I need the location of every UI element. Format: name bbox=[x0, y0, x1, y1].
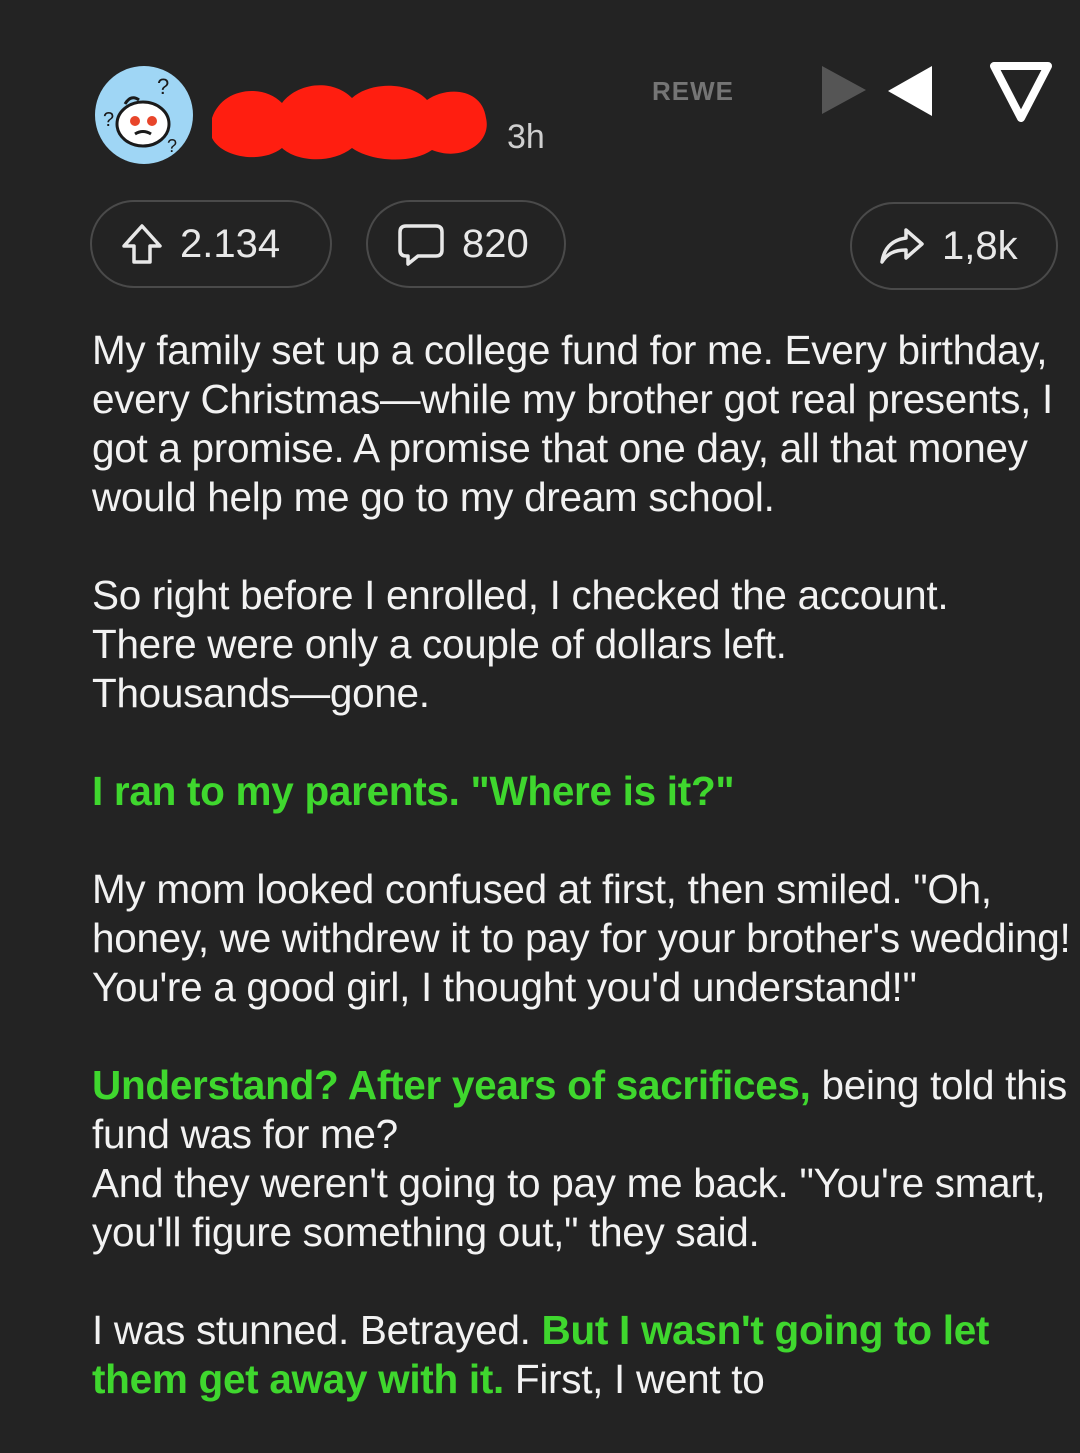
paragraph-5: Understand? After years of sacrifices, b… bbox=[92, 1061, 1077, 1257]
paragraph-1: My family set up a college fund for me. … bbox=[92, 327, 1053, 520]
share-icon bbox=[880, 228, 924, 264]
post-timestamp: 3h bbox=[507, 118, 545, 156]
snoo-avatar-icon: ? ? ? bbox=[103, 74, 177, 156]
comments-button[interactable]: 820 bbox=[366, 200, 566, 288]
paragraph-3-highlight: I ran to my parents. "Where is it?" bbox=[92, 768, 735, 814]
svg-text:?: ? bbox=[103, 109, 114, 131]
svg-text:?: ? bbox=[157, 74, 169, 99]
svg-text:?: ? bbox=[167, 136, 177, 156]
paragraph-5-line-2: And they weren't going to pay me back. "… bbox=[92, 1160, 1046, 1255]
post-header: ? ? ? 3h REWE bbox=[0, 0, 1080, 190]
paragraph-2: So right before I enrolled, I checked th… bbox=[92, 571, 1077, 718]
comment-count: 820 bbox=[462, 221, 529, 266]
play-icon[interactable] bbox=[818, 64, 870, 116]
username-redaction bbox=[212, 85, 487, 160]
avatar[interactable]: ? ? ? bbox=[95, 66, 193, 164]
paragraph-2-line-3: Thousands—gone. bbox=[92, 670, 430, 716]
upvote-count: 2.134 bbox=[180, 221, 281, 266]
back-triangle-icon[interactable] bbox=[884, 64, 936, 118]
paragraph-6-rest: First, I went to bbox=[503, 1356, 765, 1402]
upvote-button[interactable]: 2.134 bbox=[90, 200, 332, 288]
down-triangle-icon[interactable] bbox=[988, 60, 1054, 124]
paragraph-2-line-1: So right before I enrolled, I checked th… bbox=[92, 572, 949, 618]
paragraph-4: My mom looked confused at first, then sm… bbox=[92, 866, 1071, 1010]
post-body: My family set up a college fund for me. … bbox=[92, 326, 1077, 1453]
paragraph-6: I was stunned. Betrayed. But I wasn't go… bbox=[92, 1306, 1077, 1404]
comment-icon bbox=[398, 224, 444, 266]
paragraph-5-highlight: Understand? After years of sacrifices, bbox=[92, 1062, 811, 1108]
paragraph-2-line-2: There were only a couple of dollars left… bbox=[92, 621, 787, 667]
watermark-text: REWE bbox=[652, 76, 734, 106]
upvote-icon bbox=[122, 224, 162, 264]
paragraph-6-start: I was stunned. Betrayed. bbox=[92, 1307, 542, 1353]
share-count: 1,8k bbox=[942, 223, 1018, 268]
share-button[interactable]: 1,8k bbox=[850, 202, 1058, 290]
